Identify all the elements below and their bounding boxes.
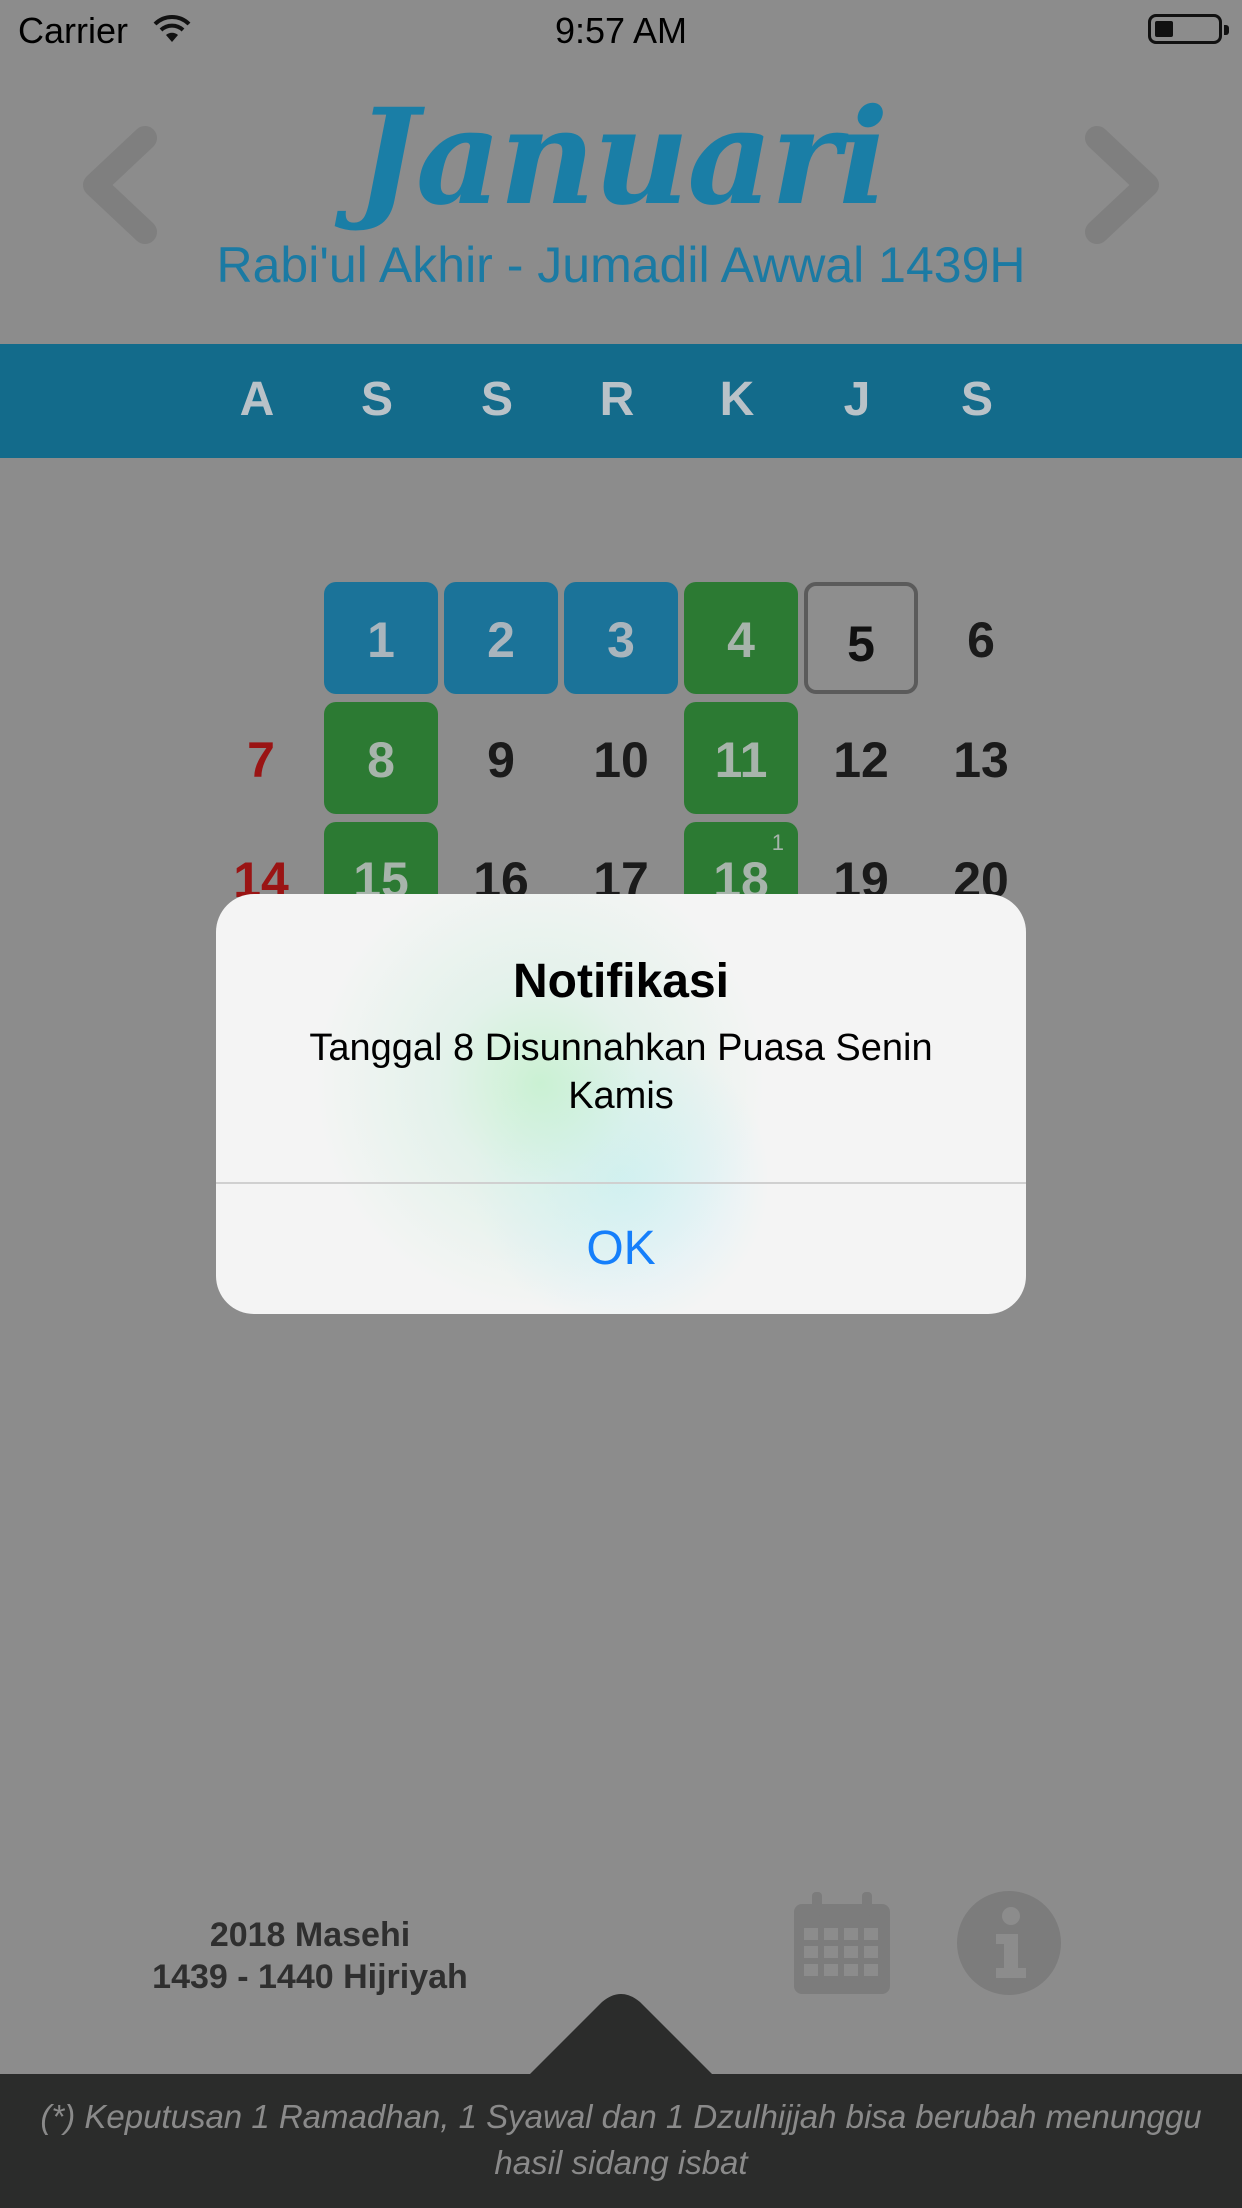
weekday-selasa: S: [480, 373, 513, 426]
footer-handle[interactable]: [530, 1994, 712, 2074]
footer-bar: (*) Keputusan 1 Ramadhan, 1 Syawal dan 1…: [0, 2074, 1242, 2208]
day-cell-sunday[interactable]: 7: [204, 702, 318, 814]
day-cell[interactable]: 2: [444, 582, 558, 694]
month-title: Januari: [355, 80, 888, 235]
year-hijriyah: 1439 - 1440 Hijriyah: [152, 1958, 468, 1996]
footnote-badge: 1: [771, 830, 784, 855]
footer-note: (*) Keputusan 1 Ramadhan, 1 Syawal dan 1…: [40, 2098, 1202, 2181]
notification-alert: Notifikasi Tanggal 8 Disunnahkan Puasa S…: [216, 894, 1026, 1314]
weekday-header: A S S R K J S: [0, 344, 1242, 458]
weekday-senin: S: [360, 373, 393, 426]
alert-title: Notifikasi: [512, 955, 730, 1008]
day-cell[interactable]: 4: [684, 582, 798, 694]
day-cell[interactable]: 10: [564, 702, 678, 814]
year-info: 2018 Masehi 1439 - 1440 Hijriyah: [130, 1914, 490, 1998]
day-cell[interactable]: 11: [684, 702, 798, 814]
day-cell[interactable]: 9: [444, 702, 558, 814]
weekday-sabtu: S: [960, 373, 993, 426]
day-cell[interactable]: 13: [924, 702, 1038, 814]
weekday-jumat: J: [843, 373, 871, 426]
day-cell[interactable]: 3: [564, 582, 678, 694]
day-cell-today[interactable]: 5: [804, 582, 918, 694]
year-masehi: 2018 Masehi: [209, 1916, 411, 1954]
weekday-kamis: K: [719, 373, 755, 426]
hijri-month-range: Rabi'ul Akhir - Jumadil Awwal 1439H: [216, 237, 1026, 293]
alert-message: Tanggal 8 Disunnahkan Puasa Senin Kamis: [309, 1027, 933, 1117]
day-cell[interactable]: 8: [324, 702, 438, 814]
battery-icon: [1148, 14, 1229, 44]
weekday-ahad: A: [239, 373, 275, 426]
ok-button[interactable]: OK: [216, 1184, 1026, 1314]
info-icon[interactable]: [956, 1890, 1062, 1996]
day-cell[interactable]: 6: [924, 582, 1038, 694]
calendar-icon[interactable]: [790, 1890, 894, 1998]
weekday-rabu: R: [599, 373, 635, 426]
status-bar: Carrier 9:57 AM: [0, 0, 1242, 60]
status-time: 9:57 AM: [554, 10, 688, 51]
day-cell[interactable]: 1: [324, 582, 438, 694]
day-cell[interactable]: 12: [804, 702, 918, 814]
